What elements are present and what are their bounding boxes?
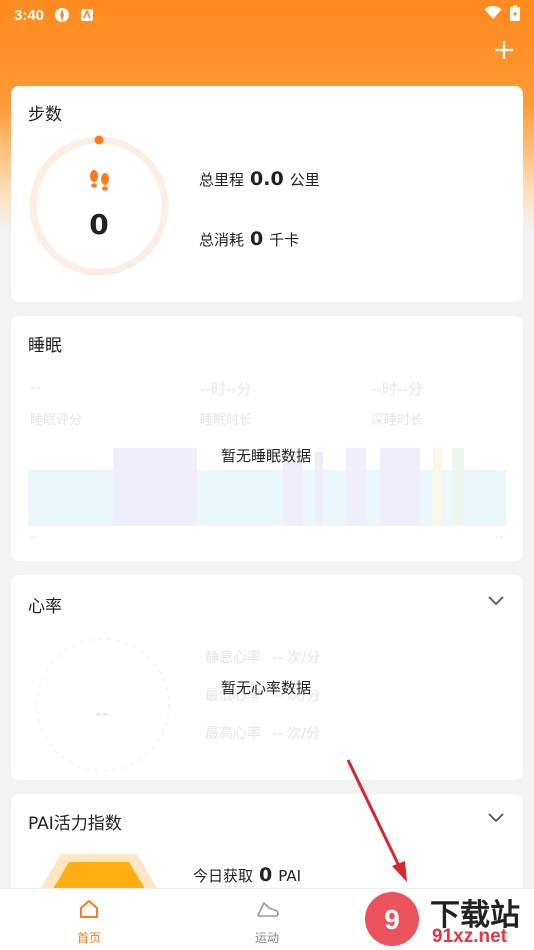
pai-card-title: PAI活力指数 (28, 814, 122, 834)
wifi-icon (484, 5, 502, 24)
heart-rate-card-title: 心率 (28, 597, 62, 617)
sleep-axis-start: -- (30, 530, 38, 543)
pai-today-label: 今日获取 (193, 867, 254, 885)
sleep-score-label: 睡眠评分 (30, 413, 83, 428)
nav-home[interactable]: 首页 (44, 889, 134, 950)
calories-unit: 千卡 (269, 231, 300, 249)
sleep-no-data: 暂无睡眠数据 (221, 447, 312, 465)
sleep-card[interactable]: 睡眠 -- 睡眠评分 --时--分 睡眠时长 --时--分 深睡时长 -- --… (11, 316, 523, 561)
steps-count: 0 (89, 208, 109, 241)
sleep-axis-end: -- (495, 530, 503, 543)
max-hr-value: -- 次/分 (273, 726, 321, 742)
max-hr-label: 最高心率 (205, 726, 261, 742)
calories-value: 0 (250, 228, 264, 250)
chevron-down-icon[interactable] (487, 595, 505, 607)
nav-sport[interactable]: 运动 (222, 889, 312, 950)
distance-label: 总里程 (199, 171, 245, 189)
sleep-duration-label: 睡眠时长 (200, 413, 253, 428)
status-time: 3:40 (14, 6, 45, 24)
deep-sleep-value: --时--分 (371, 380, 423, 398)
nav-home-label: 首页 (76, 931, 101, 945)
status-bar: 3:40 (0, 0, 534, 30)
steps-card[interactable]: 步数 0 总里程 0.0 公里 总消耗 0 千卡 (11, 86, 523, 302)
sleep-duration-value: --时--分 (200, 380, 252, 398)
heart-rate-no-data: 暂无心率数据 (221, 679, 312, 697)
pai-today-stat: 今日获取 0 PAI (193, 864, 301, 886)
heart-rate-center-value: -- (95, 703, 108, 724)
home-icon (80, 900, 98, 918)
calories-label: 总消耗 (199, 231, 245, 249)
sneaker-icon (257, 902, 279, 917)
distance-value: 0.0 (250, 168, 284, 190)
resting-hr-label: 静息心率 (205, 650, 261, 666)
sleep-score-value: -- (30, 378, 41, 396)
battery-icon (510, 5, 520, 25)
svg-text:9: 9 (384, 904, 400, 935)
calories-stat: 总消耗 0 千卡 (199, 228, 299, 250)
heart-rate-card[interactable]: 心率 -- 静息心率 -- 次/分 最低心率 -- 次/分 最高心率 -- 次/… (11, 575, 523, 780)
resting-hr-value: -- 次/分 (273, 650, 321, 666)
steps-card-title: 步数 (28, 105, 62, 125)
app-notification-icon (54, 7, 70, 23)
download-notification-icon (80, 8, 94, 22)
deep-sleep-label: 深睡时长 (371, 413, 424, 428)
site-watermark: 9 下载站 91xz.net (364, 888, 534, 950)
plus-icon (495, 41, 513, 59)
watermark-domain: 91xz.net (432, 926, 507, 947)
pai-today-unit: PAI (278, 867, 302, 885)
footprints-icon (87, 168, 113, 198)
steps-progress-ring (29, 135, 169, 276)
add-button[interactable] (492, 38, 516, 62)
sleep-card-title: 睡眠 (28, 336, 62, 356)
pai-today-value: 0 (259, 864, 273, 886)
nav-sport-label: 运动 (254, 931, 279, 945)
distance-stat: 总里程 0.0 公里 (199, 168, 320, 190)
chevron-down-icon[interactable] (487, 812, 505, 824)
distance-unit: 公里 (289, 171, 320, 189)
